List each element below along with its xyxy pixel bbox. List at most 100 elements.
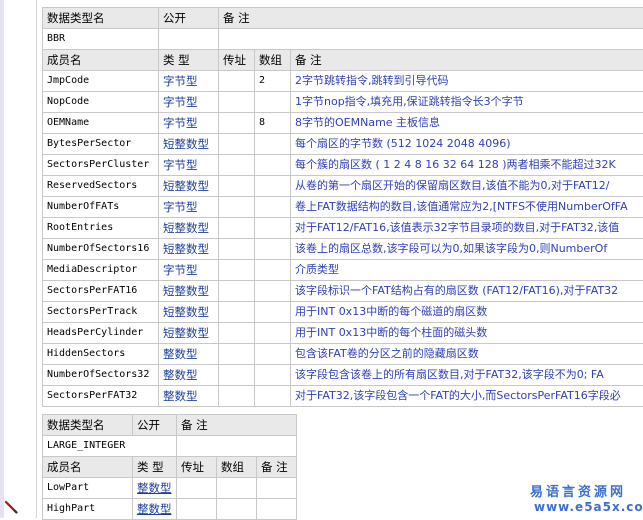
member-byref-cell[interactable] xyxy=(219,281,255,302)
member-array-cell[interactable] xyxy=(255,92,291,113)
member-row[interactable]: SectorsPerCluster字节型 每个簇的扇区数 ( 1 2 4 8 16… xyxy=(43,155,643,176)
member-type-cell[interactable]: 整数型 xyxy=(159,365,219,386)
member-array-cell[interactable] xyxy=(255,386,291,407)
member-byref-cell[interactable] xyxy=(219,92,255,113)
member-array-cell[interactable] xyxy=(255,365,291,386)
member-byref-cell[interactable] xyxy=(219,302,255,323)
member-row[interactable]: HeadsPerCylinder短整数型用于INT 0x13中断的每个柱面的磁头… xyxy=(43,323,643,344)
member-array-cell[interactable]: 8 xyxy=(255,113,291,134)
member-row[interactable]: BytesPerSector短整数型每个扇区的字节数 (512 1024 204… xyxy=(43,134,643,155)
member-name-cell[interactable]: HeadsPerCylinder xyxy=(43,323,159,344)
member-type-cell[interactable]: 短整数型 xyxy=(159,302,219,323)
type-row[interactable]: LARGE_INTEGER xyxy=(43,436,297,457)
member-type-cell[interactable]: 短整数型 xyxy=(159,281,219,302)
member-type-cell[interactable]: 字节型 xyxy=(159,155,219,176)
member-type-cell[interactable]: 整数型 xyxy=(133,478,177,499)
member-type-cell[interactable]: 字节型 xyxy=(159,197,219,218)
member-array-cell[interactable] xyxy=(255,281,291,302)
member-row[interactable]: MediaDescriptor字节型 介质类型 xyxy=(43,260,643,281)
member-row[interactable]: NumberOfSectors16短整数型该卷上的扇区总数,该字段可以为0,如果… xyxy=(43,239,643,260)
member-name-cell[interactable]: SectorsPerFAT32 xyxy=(43,386,159,407)
member-name-cell[interactable]: NopCode xyxy=(43,92,159,113)
member-byref-cell[interactable] xyxy=(177,499,217,520)
member-byref-cell[interactable] xyxy=(219,176,255,197)
member-type-cell[interactable]: 短整数型 xyxy=(159,218,219,239)
member-array-cell[interactable]: 2 xyxy=(255,71,291,92)
member-row[interactable]: SectorsPerTrack短整数型用于INT 0x13中断的每个磁道的扇区数 xyxy=(43,302,643,323)
member-remark-cell[interactable]: 该字段包含该卷上的所有扇区数目,对于FAT32,该字段不为0; FA xyxy=(291,365,643,386)
member-remark-cell[interactable]: 每个扇区的字节数 (512 1024 2048 4096) xyxy=(291,134,643,155)
member-name-cell[interactable]: JmpCode xyxy=(43,71,159,92)
member-name-cell[interactable]: ReservedSectors xyxy=(43,176,159,197)
member-remark-cell[interactable]: 包含该FAT卷的分区之前的隐藏扇区数 xyxy=(291,344,643,365)
member-byref-cell[interactable] xyxy=(219,344,255,365)
member-array-cell[interactable] xyxy=(217,478,257,499)
member-name-cell[interactable]: SectorsPerCluster xyxy=(43,155,159,176)
member-remark-cell[interactable] xyxy=(257,499,297,520)
member-byref-cell[interactable] xyxy=(219,71,255,92)
member-remark-cell[interactable]: 介质类型 xyxy=(291,260,643,281)
member-byref-cell[interactable] xyxy=(219,365,255,386)
member-remark-cell[interactable]: 对于FAT12/FAT16,该值表示32字节目录项的数目,对于FAT32,该值 xyxy=(291,218,643,239)
member-array-cell[interactable] xyxy=(255,218,291,239)
member-remark-cell[interactable]: 1字节nop指令,填充用,保证跳转指令长3个字节 xyxy=(291,92,643,113)
member-name-cell[interactable]: OEMName xyxy=(43,113,159,134)
member-array-cell[interactable] xyxy=(255,344,291,365)
member-type-cell[interactable]: 字节型 xyxy=(159,260,219,281)
member-name-cell[interactable]: BytesPerSector xyxy=(43,134,159,155)
type-public-cell[interactable] xyxy=(159,29,219,50)
member-remark-cell[interactable]: 对于FAT32,该字段包含一个FAT的大小,而SectorsPerFAT16字段… xyxy=(291,386,643,407)
type-remark-cell[interactable] xyxy=(219,29,643,50)
member-remark-cell[interactable]: 该字段标识一个FAT结构占有的扇区数 (FAT12/FAT16),对于FAT32 xyxy=(291,281,643,302)
member-type-cell[interactable]: 整数型 xyxy=(133,499,177,520)
member-array-cell[interactable] xyxy=(255,176,291,197)
member-name-cell[interactable]: MediaDescriptor xyxy=(43,260,159,281)
member-name-cell[interactable]: SectorsPerTrack xyxy=(43,302,159,323)
type-name-cell[interactable]: LARGE_INTEGER xyxy=(43,436,177,457)
member-byref-cell[interactable] xyxy=(219,323,255,344)
member-row[interactable]: SectorsPerFAT32整数型 对于FAT32,该字段包含一个FAT的大小,… xyxy=(43,386,643,407)
member-row[interactable]: ReservedSectors短整数型从卷的第一个扇区开始的保留扇区数目,该值不… xyxy=(43,176,643,197)
member-name-cell[interactable]: NumberOfFATs xyxy=(43,197,159,218)
type-row[interactable]: BBR xyxy=(43,29,643,50)
member-array-cell[interactable] xyxy=(255,134,291,155)
member-row[interactable]: LowPart整数型 xyxy=(43,478,297,499)
member-array-cell[interactable] xyxy=(255,197,291,218)
member-remark-cell[interactable]: 用于INT 0x13中断的每个柱面的磁头数 xyxy=(291,323,643,344)
member-type-cell[interactable]: 整数型 xyxy=(159,386,219,407)
member-byref-cell[interactable] xyxy=(219,134,255,155)
member-remark-cell[interactable]: 该卷上的扇区总数,该字段可以为0,如果该字段为0,则NumberOf xyxy=(291,239,643,260)
member-row[interactable]: NopCode字节型1字节nop指令,填充用,保证跳转指令长3个字节 xyxy=(43,92,643,113)
member-row[interactable]: JmpCode字节型 22字节跳转指令,跳转到引导代码 xyxy=(43,71,643,92)
member-row[interactable]: NumberOfSectors32整数型该字段包含该卷上的所有扇区数目,对于FA… xyxy=(43,365,643,386)
member-byref-cell[interactable] xyxy=(219,218,255,239)
member-remark-cell[interactable]: 卷上FAT数据结构的数目,该值通常应为2,[NTFS不使用NumberOfFA xyxy=(291,197,643,218)
member-array-cell[interactable] xyxy=(255,323,291,344)
member-remark-cell[interactable]: 8字节的OEMName 主板信息 xyxy=(291,113,643,134)
type-name-cell[interactable]: BBR xyxy=(43,29,159,50)
member-array-cell[interactable] xyxy=(217,499,257,520)
member-byref-cell[interactable] xyxy=(219,239,255,260)
member-type-cell[interactable]: 整数型 xyxy=(159,344,219,365)
member-name-cell[interactable]: RootEntries xyxy=(43,218,159,239)
member-name-cell[interactable]: NumberOfSectors16 xyxy=(43,239,159,260)
member-name-cell[interactable]: HiddenSectors xyxy=(43,344,159,365)
member-byref-cell[interactable] xyxy=(177,478,217,499)
member-row[interactable]: RootEntries短整数型 对于FAT12/FAT16,该值表示32字节目录项… xyxy=(43,218,643,239)
type-remark-cell[interactable] xyxy=(177,436,297,457)
member-name-cell[interactable]: HighPart xyxy=(43,499,133,520)
member-type-cell[interactable]: 字节型 xyxy=(159,71,219,92)
member-array-cell[interactable] xyxy=(255,155,291,176)
member-type-cell[interactable]: 字节型 xyxy=(159,113,219,134)
member-remark-cell[interactable]: 从卷的第一个扇区开始的保留扇区数目,该值不能为0,对于FAT12/ xyxy=(291,176,643,197)
member-remark-cell[interactable]: 2字节跳转指令,跳转到引导代码 xyxy=(291,71,643,92)
member-row[interactable]: HiddenSectors整数型 包含该FAT卷的分区之前的隐藏扇区数 xyxy=(43,344,643,365)
member-byref-cell[interactable] xyxy=(219,260,255,281)
member-row[interactable]: OEMName字节型 88字节的OEMName 主板信息 xyxy=(43,113,643,134)
member-byref-cell[interactable] xyxy=(219,197,255,218)
member-array-cell[interactable] xyxy=(255,302,291,323)
member-remark-cell[interactable] xyxy=(257,478,297,499)
member-remark-cell[interactable]: 每个簇的扇区数 ( 1 2 4 8 16 32 64 128 )两者相乘不能超过… xyxy=(291,155,643,176)
member-array-cell[interactable] xyxy=(255,260,291,281)
member-byref-cell[interactable] xyxy=(219,155,255,176)
